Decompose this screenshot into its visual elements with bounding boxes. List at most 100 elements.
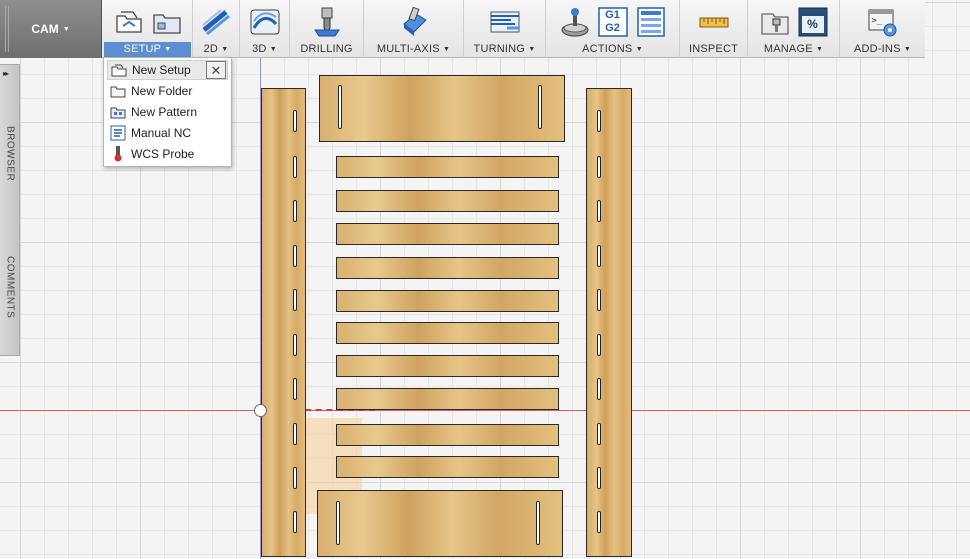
browser-tab-label: BROWSER xyxy=(4,126,16,182)
multiaxis-icon[interactable] xyxy=(398,6,430,38)
g2-label: G2 xyxy=(605,22,620,34)
percent-label: % xyxy=(807,17,818,31)
tool-library-icon[interactable] xyxy=(759,6,791,38)
2d-adaptive-icon[interactable] xyxy=(200,6,232,38)
x-axis-line xyxy=(0,410,970,411)
part-right-board[interactable] xyxy=(586,88,632,557)
slot xyxy=(597,200,601,222)
slot xyxy=(597,423,601,445)
menu-item-new-pattern[interactable]: New Pattern xyxy=(107,102,228,122)
slot xyxy=(538,85,542,129)
3d-menu-button[interactable]: 3D ▼ xyxy=(240,42,289,57)
chevron-down-icon: ▼ xyxy=(62,25,70,33)
slot xyxy=(293,156,297,178)
addins-menu-button[interactable]: ADD-INS ▼ xyxy=(840,42,925,57)
side-panel: ▸▸ BROWSER COMMENTS xyxy=(0,64,20,356)
3d-adaptive-icon[interactable] xyxy=(249,6,281,38)
part-slat[interactable] xyxy=(336,257,559,279)
pattern-icon xyxy=(110,104,126,120)
menu-item-label: New Setup xyxy=(132,63,191,77)
inspect-group: INSPECT xyxy=(680,0,748,58)
prompt-label: >_ xyxy=(871,16,883,26)
actions-menu-button[interactable]: ACTIONS ▼ xyxy=(546,42,679,57)
close-icon[interactable]: ✕ xyxy=(206,61,226,79)
comments-tab-label: COMMENTS xyxy=(4,256,16,319)
part-slat[interactable] xyxy=(336,388,559,410)
drill-icon[interactable] xyxy=(311,6,343,38)
slot xyxy=(597,245,601,267)
manage-group: % MANAGE ▼ xyxy=(748,0,840,58)
menu-item-new-folder[interactable]: New Folder xyxy=(107,81,228,101)
slot xyxy=(293,334,297,356)
workspace-switcher[interactable]: CAM ▼ xyxy=(0,0,102,58)
menu-item-manual-nc[interactable]: Manual NC xyxy=(107,123,228,143)
setup-menu-button[interactable]: SETUP ▼ xyxy=(104,42,191,57)
folder-icon xyxy=(110,83,126,99)
slot xyxy=(597,378,601,400)
slot xyxy=(293,467,297,489)
part-slat[interactable] xyxy=(336,322,559,344)
drilling-group: DRILLING xyxy=(290,0,364,58)
part-slat[interactable] xyxy=(336,456,559,478)
scripts-addins-icon[interactable]: >_ xyxy=(867,6,899,38)
turning-group: TURNING ▼ xyxy=(464,0,546,58)
multiaxis-menu-button[interactable]: MULTI-AXIS ▼ xyxy=(364,42,463,57)
slot xyxy=(293,245,297,267)
part-bottom-panel[interactable] xyxy=(317,490,563,557)
actions-group: G1 G2 ACTIONS ▼ xyxy=(546,0,680,58)
toolbar-grip[interactable] xyxy=(5,6,9,52)
menu-item-label: Manual NC xyxy=(131,126,192,140)
manage-menu-button[interactable]: MANAGE ▼ xyxy=(748,42,839,57)
part-slat[interactable] xyxy=(336,190,559,212)
slot xyxy=(597,467,601,489)
turning-menu-button[interactable]: TURNING ▼ xyxy=(464,42,545,57)
menu-item-wcs-probe[interactable]: WCS Probe xyxy=(107,144,228,164)
part-top-panel[interactable] xyxy=(319,75,565,142)
ribbon-toolbar: CAM ▼ SETUP ▼ 2D ▼ 3D ▼ DRILLING MULTI-A… xyxy=(0,0,925,58)
folder-icon[interactable] xyxy=(151,6,183,38)
tab-comments[interactable]: COMMENTS xyxy=(1,225,19,350)
2d-menu-button[interactable]: 2D ▼ xyxy=(193,42,239,57)
2d-group: 2D ▼ xyxy=(193,0,240,58)
slot xyxy=(597,334,601,356)
menu-item-label: New Pattern xyxy=(131,105,198,119)
inspect-button[interactable]: INSPECT xyxy=(680,42,747,57)
slot xyxy=(597,156,601,178)
slot xyxy=(597,289,601,311)
setup-dropdown-menu: New Setup ✕ New Folder New Pattern Manua… xyxy=(103,57,232,167)
3d-group: 3D ▼ xyxy=(240,0,290,58)
slot xyxy=(597,511,601,533)
expand-panel-icon[interactable]: ▸▸ xyxy=(3,69,9,78)
post-process-icon[interactable]: G1 G2 xyxy=(597,6,629,38)
part-slat[interactable] xyxy=(336,355,559,377)
slot xyxy=(336,501,340,545)
multiaxis-group: MULTI-AXIS ▼ xyxy=(364,0,464,58)
simulate-icon[interactable] xyxy=(559,6,591,38)
setup-sheet-icon[interactable] xyxy=(635,6,667,38)
measure-icon[interactable] xyxy=(698,6,730,38)
post-library-icon[interactable]: % xyxy=(797,6,829,38)
slot xyxy=(293,200,297,222)
slot xyxy=(293,110,297,132)
g1-label: G1 xyxy=(605,9,620,21)
tab-browser[interactable]: BROWSER xyxy=(1,89,19,219)
workspace-label: CAM xyxy=(31,22,59,36)
menu-item-label: WCS Probe xyxy=(131,147,195,161)
part-slat[interactable] xyxy=(336,424,559,446)
slot xyxy=(536,501,540,545)
slot xyxy=(293,423,297,445)
addins-group: >_ ADD-INS ▼ xyxy=(840,0,925,58)
part-slat[interactable] xyxy=(336,223,559,245)
part-left-board[interactable] xyxy=(261,88,306,557)
part-slat[interactable] xyxy=(336,156,559,178)
slot xyxy=(293,511,297,533)
menu-item-new-setup[interactable]: New Setup ✕ xyxy=(107,60,228,80)
turning-icon[interactable] xyxy=(489,6,521,38)
new-setup-icon[interactable] xyxy=(113,6,145,38)
slot xyxy=(597,110,601,132)
slot xyxy=(293,378,297,400)
origin-marker[interactable] xyxy=(254,404,267,417)
drilling-button[interactable]: DRILLING xyxy=(290,42,363,57)
slot xyxy=(293,289,297,311)
part-slat[interactable] xyxy=(336,290,559,312)
